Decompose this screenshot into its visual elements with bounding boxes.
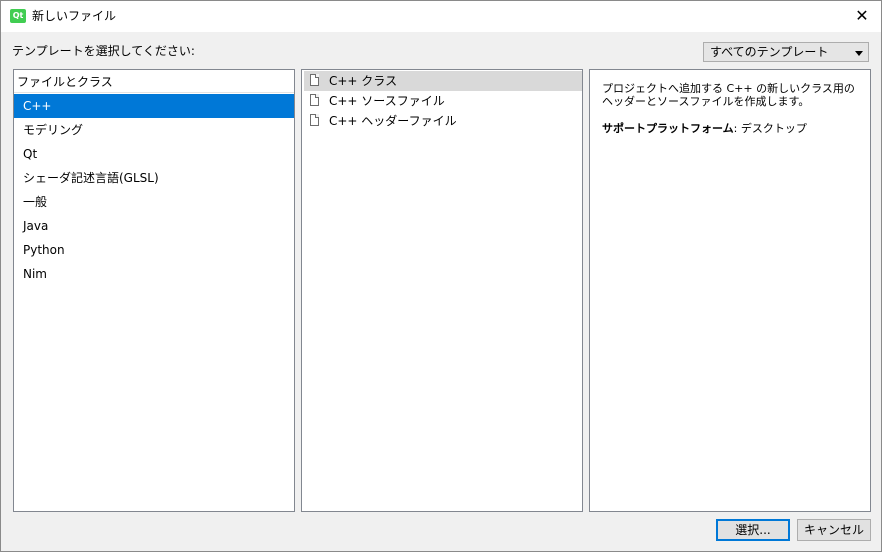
category-item-qt[interactable]: Qt <box>14 142 294 166</box>
choose-button[interactable]: 選択... <box>716 519 790 541</box>
category-item-general[interactable]: 一般 <box>14 190 294 214</box>
file-icon <box>310 94 319 106</box>
new-file-dialog: Qt 新しいファイル ✕ テンプレートを選択してください: すべてのテンプレート… <box>0 0 882 552</box>
template-filter-select[interactable]: すべてのテンプレート <box>703 42 869 62</box>
template-description: プロジェクトへ追加する C++ の新しいクラス用のヘッダーとソースファイルを作成… <box>602 82 855 108</box>
platform-label: サポートプラットフォーム <box>602 122 734 135</box>
category-group-label: ファイルとクラス <box>17 75 113 89</box>
category-item-glsl[interactable]: シェーダ記述言語(GLSL) <box>14 166 294 190</box>
file-icon <box>310 74 319 86</box>
category-item-modeling[interactable]: モデリング <box>14 118 294 142</box>
chevron-down-icon <box>855 51 863 56</box>
category-list[interactable]: ファイルとクラス C++ モデリング Qt シェーダ記述言語(GLSL) 一般 … <box>13 69 295 512</box>
category-item-nim[interactable]: Nim <box>14 262 294 286</box>
template-details: プロジェクトへ追加する C++ の新しいクラス用のヘッダーとソースファイルを作成… <box>589 69 871 512</box>
supported-platforms: サポートプラットフォーム: デスクトップ <box>602 121 807 136</box>
template-item-cpp-class[interactable]: C++ クラス <box>304 71 582 91</box>
template-item-label: C++ ヘッダーファイル <box>329 114 457 128</box>
platform-value: : デスクトップ <box>733 122 807 135</box>
title-bar: Qt 新しいファイル ✕ <box>1 1 881 32</box>
category-item-cpp[interactable]: C++ <box>14 94 294 118</box>
template-item-cpp-source[interactable]: C++ ソースファイル <box>304 91 582 111</box>
category-group-header: ファイルとクラス <box>14 70 294 93</box>
category-item-python[interactable]: Python <box>14 238 294 262</box>
template-item-label: C++ ソースファイル <box>329 94 445 108</box>
template-list[interactable]: C++ クラス C++ ソースファイル C++ ヘッダーファイル <box>301 69 583 512</box>
category-item-java[interactable]: Java <box>14 214 294 238</box>
qt-app-icon: Qt <box>10 9 26 23</box>
template-item-label: C++ クラス <box>329 74 398 88</box>
close-icon[interactable]: ✕ <box>851 6 873 26</box>
window-title: 新しいファイル <box>32 9 117 23</box>
file-icon <box>310 114 319 126</box>
template-filter-value: すべてのテンプレート <box>710 45 829 59</box>
template-prompt: テンプレートを選択してください: <box>12 44 195 58</box>
template-item-cpp-header[interactable]: C++ ヘッダーファイル <box>304 111 582 131</box>
cancel-button[interactable]: キャンセル <box>797 519 871 541</box>
